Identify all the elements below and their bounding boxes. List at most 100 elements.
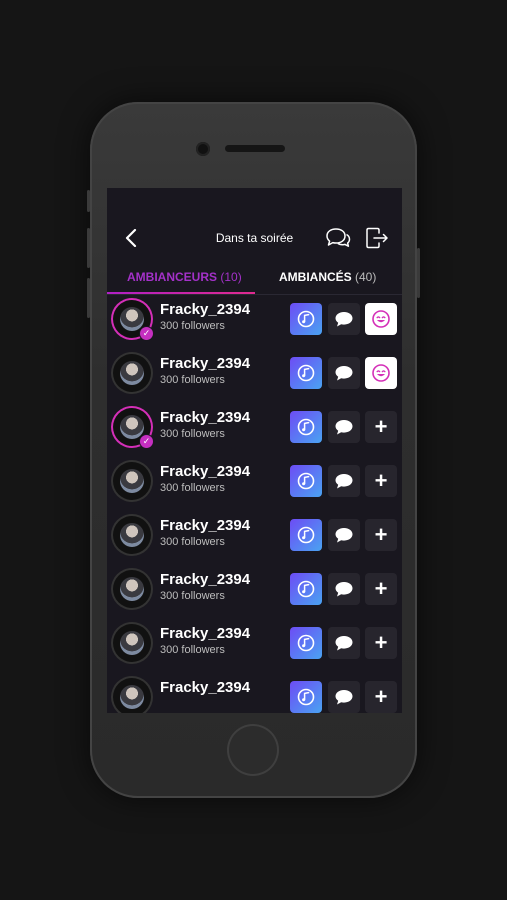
plus-icon: +: [374, 522, 388, 547]
speech-bubble-icon: [335, 474, 353, 489]
avatar[interactable]: [113, 354, 151, 392]
list-item[interactable]: Fracky_2394 300 followers + ✓: [107, 408, 402, 462]
tab-divider: [107, 294, 402, 295]
list-item[interactable]: Fracky_2394 300 followers +: [107, 462, 402, 516]
tab-ambianceurs[interactable]: AMBIANCEURS (10): [127, 270, 242, 284]
follower-count: 300 followers: [160, 482, 225, 494]
power-button: [417, 248, 420, 298]
speaker-grille: [225, 145, 285, 152]
follow-button[interactable]: +: [365, 465, 397, 497]
music-request-button[interactable]: [290, 465, 322, 497]
volume-up-button: [87, 228, 90, 268]
follower-count: 300 followers: [160, 536, 225, 548]
music-note-icon: [297, 472, 315, 490]
list-item[interactable]: Fracky_2394 +: [107, 678, 402, 713]
react-button[interactable]: [365, 357, 397, 389]
avatar-photo: [120, 685, 144, 709]
page-title: Dans ta soirée: [215, 231, 294, 245]
chat-bubbles-icon: [326, 228, 351, 247]
volume-down-button: [87, 278, 90, 318]
music-request-button[interactable]: [290, 627, 322, 659]
follow-button[interactable]: +: [365, 681, 397, 713]
verified-check-icon: ✓: [139, 434, 154, 449]
speech-bubble-icon: [335, 420, 353, 435]
music-request-button[interactable]: [290, 357, 322, 389]
music-request-button[interactable]: [290, 411, 322, 443]
logout-button[interactable]: [365, 227, 389, 249]
top-bar: Dans ta soirée: [107, 216, 402, 260]
avatar-photo: [120, 469, 144, 493]
username[interactable]: Fracky_2394: [160, 463, 250, 480]
music-note-icon: [297, 526, 315, 544]
avatar[interactable]: [113, 516, 151, 554]
message-button[interactable]: [328, 681, 360, 713]
smile-icon: [372, 364, 390, 382]
username[interactable]: Fracky_2394: [160, 679, 250, 696]
list-item[interactable]: Fracky_2394 300 followers +: [107, 516, 402, 570]
message-button[interactable]: [328, 573, 360, 605]
follower-count: 300 followers: [160, 428, 225, 440]
plus-icon: +: [374, 576, 388, 601]
username[interactable]: Fracky_2394: [160, 301, 250, 318]
conversations-button[interactable]: [325, 227, 351, 249]
avatar[interactable]: [113, 570, 151, 608]
username[interactable]: Fracky_2394: [160, 571, 250, 588]
username[interactable]: Fracky_2394: [160, 355, 250, 372]
message-button[interactable]: [328, 519, 360, 551]
follower-count: 300 followers: [160, 320, 225, 332]
follower-count: 300 followers: [160, 590, 225, 602]
follow-button[interactable]: +: [365, 519, 397, 551]
username[interactable]: Fracky_2394: [160, 409, 250, 426]
music-note-icon: [297, 580, 315, 598]
avatar-photo: [120, 523, 144, 547]
message-button[interactable]: [328, 411, 360, 443]
music-request-button[interactable]: [290, 681, 322, 713]
message-button[interactable]: [328, 303, 360, 335]
tab-bar: AMBIANCEURS (10) AMBIANCÉS (40): [107, 266, 402, 295]
list-item[interactable]: Fracky_2394 300 followers: [107, 354, 402, 408]
tab-label: AMBIANCÉS: [279, 270, 352, 284]
react-button[interactable]: [365, 303, 397, 335]
speech-bubble-icon: [335, 366, 353, 381]
list-item[interactable]: Fracky_2394 300 followers ✓: [107, 300, 402, 354]
music-note-icon: [297, 634, 315, 652]
logout-icon: [366, 227, 388, 249]
verified-check-icon: ✓: [139, 326, 154, 341]
tab-ambiances[interactable]: AMBIANCÉS (40): [279, 270, 376, 284]
plus-icon: +: [374, 468, 388, 493]
avatar[interactable]: [113, 462, 151, 500]
avatar-photo: [120, 631, 144, 655]
follow-button[interactable]: +: [365, 627, 397, 659]
avatar-photo: [120, 361, 144, 385]
plus-icon: +: [374, 684, 388, 709]
avatar[interactable]: [113, 624, 151, 662]
follower-count: 300 followers: [160, 644, 225, 656]
tab-count: (40): [355, 270, 377, 284]
list-item[interactable]: Fracky_2394 300 followers +: [107, 624, 402, 678]
message-button[interactable]: [328, 627, 360, 659]
front-camera: [196, 142, 210, 156]
follow-button[interactable]: +: [365, 411, 397, 443]
music-request-button[interactable]: [290, 303, 322, 335]
plus-icon: +: [374, 630, 388, 655]
smile-icon: [372, 310, 390, 328]
music-request-button[interactable]: [290, 573, 322, 605]
home-button[interactable]: [227, 724, 279, 776]
message-button[interactable]: [328, 357, 360, 389]
mute-switch: [87, 190, 90, 212]
speech-bubble-icon: [335, 582, 353, 597]
list-item[interactable]: Fracky_2394 300 followers +: [107, 570, 402, 624]
tab-label: AMBIANCEURS: [127, 270, 217, 284]
follow-button[interactable]: +: [365, 573, 397, 605]
username[interactable]: Fracky_2394: [160, 517, 250, 534]
music-request-button[interactable]: [290, 519, 322, 551]
tab-count: (10): [220, 270, 242, 284]
speech-bubble-icon: [335, 528, 353, 543]
avatar[interactable]: [113, 678, 151, 713]
music-note-icon: [297, 418, 315, 436]
message-button[interactable]: [328, 465, 360, 497]
speech-bubble-icon: [335, 312, 353, 327]
avatar-photo: [120, 577, 144, 601]
username[interactable]: Fracky_2394: [160, 625, 250, 642]
music-note-icon: [297, 310, 315, 328]
